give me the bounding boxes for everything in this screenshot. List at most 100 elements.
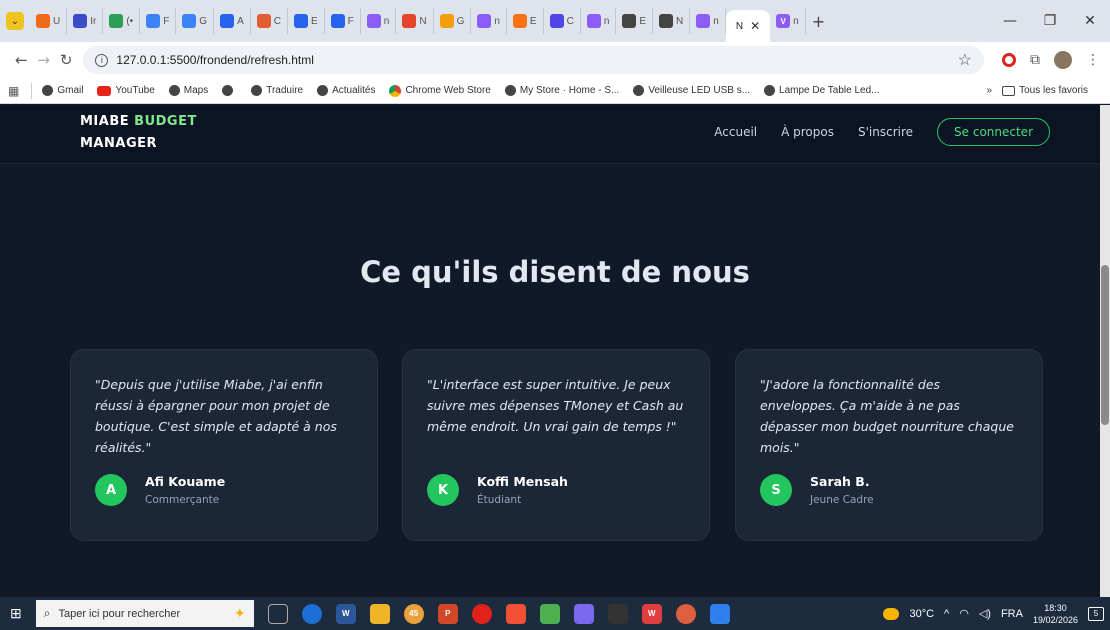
author-avatar: A	[95, 474, 127, 506]
all-bookmarks-folder[interactable]: Tous les favoris	[1002, 85, 1088, 96]
site-info-icon[interactable]: i	[95, 53, 109, 67]
reload-icon[interactable]: ↻	[55, 51, 77, 69]
restore-icon[interactable]: ❐	[1030, 13, 1070, 29]
extensions-puzzle-icon[interactable]: ⧉	[1030, 52, 1040, 68]
volume-icon[interactable]: ◁)	[979, 607, 991, 620]
opera-icon[interactable]	[471, 603, 492, 624]
task-view-icon[interactable]	[267, 603, 288, 624]
tab-search-icon[interactable]: ⌄	[6, 12, 24, 30]
active-tab-label: N	[735, 20, 744, 32]
weather-icon[interactable]	[883, 607, 900, 620]
opera-extension-icon[interactable]	[1001, 53, 1016, 67]
nav-link-accueil[interactable]: Accueil	[714, 125, 757, 139]
word-icon[interactable]: W	[335, 603, 356, 624]
tray-overflow-icon[interactable]: ^	[944, 608, 949, 620]
back-icon[interactable]: ←	[10, 51, 32, 69]
terminal-icon[interactable]	[607, 603, 628, 624]
globe-icon	[504, 85, 516, 96]
windows-start-icon[interactable]: ⊞	[10, 605, 22, 622]
testimonial-quote: "J'adore la fonctionnalité des enveloppe…	[760, 377, 1014, 455]
profile-avatar-icon[interactable]	[1053, 51, 1072, 69]
browser-tab[interactable]: E	[288, 8, 325, 34]
browser-tab[interactable]: G	[176, 8, 215, 34]
globe-icon	[168, 85, 180, 96]
taskbar-search-input[interactable]: ⌕ Taper ici pour rechercher ✦	[35, 600, 254, 627]
site-logo[interactable]: MIABE BUDGET MANAGER	[80, 111, 220, 155]
wps-icon[interactable]: W	[641, 603, 662, 624]
bookmark-label: Maps	[183, 85, 209, 96]
bookmark-item[interactable]: Lampe De Table Led...	[764, 85, 880, 96]
app-icon[interactable]	[573, 603, 594, 624]
close-window-icon[interactable]: ✕	[1070, 13, 1110, 29]
git-icon[interactable]	[505, 603, 526, 624]
bookmark-item[interactable]: Actualités	[317, 85, 375, 96]
browser-tab[interactable]: F	[140, 8, 177, 34]
url-text: 127.0.0.1:5500/frondend/refresh.html	[116, 53, 314, 67]
browser-tab[interactable]: (•	[103, 8, 141, 34]
tab-label: (•	[126, 15, 134, 27]
clock[interactable]: 18:30 19/02/2026	[1033, 602, 1078, 626]
notification-icon[interactable]: 5	[1088, 606, 1104, 621]
testimonial-author: A Afi Kouame Commerçante	[95, 474, 225, 506]
tab-last[interactable]: V n	[770, 8, 806, 34]
pen-icon	[220, 14, 235, 28]
bookmark-item[interactable]: YouTube	[97, 85, 155, 96]
bookmark-item[interactable]: Chrome Web Store	[389, 84, 491, 97]
apps-grid-icon[interactable]: ▦	[8, 84, 19, 98]
browser-tab[interactable]: F	[325, 8, 361, 34]
globe-icon	[251, 85, 263, 96]
bookmark-item[interactable]	[222, 85, 237, 96]
tab-label: n	[494, 15, 500, 27]
browser-tab[interactable]: N	[396, 8, 434, 34]
browser-tab[interactable]: n	[361, 8, 397, 34]
bookmarks-overflow-button[interactable]: »	[987, 85, 993, 96]
browser-tab[interactable]: U	[30, 8, 68, 34]
youtube-icon	[97, 85, 112, 96]
cw-icon	[549, 14, 564, 28]
powerpoint-icon[interactable]: P	[437, 603, 458, 624]
nav-link-a-propos[interactable]: À propos	[781, 125, 834, 139]
language-indicator[interactable]: FRA	[1001, 608, 1023, 620]
login-button[interactable]: Se connecter	[937, 118, 1050, 146]
globe-icon	[659, 14, 674, 28]
forward-icon[interactable]: →	[32, 51, 54, 69]
temperature-label[interactable]: 30°C	[909, 608, 934, 620]
browser-tab[interactable]: n	[690, 8, 726, 34]
bookmark-item[interactable]: Maps	[168, 85, 209, 96]
edge-icon[interactable]	[301, 603, 322, 624]
globe-icon	[222, 85, 234, 96]
browser-tab[interactable]: E	[616, 8, 654, 34]
tab-label: n	[603, 15, 610, 27]
vscode-icon[interactable]	[709, 603, 730, 624]
menu-kebab-icon[interactable]: ⋮	[1086, 52, 1100, 68]
wifi-icon[interactable]: ◠	[959, 607, 969, 620]
file-explorer-icon[interactable]	[369, 603, 390, 624]
mail-icon[interactable]: 45	[403, 603, 424, 624]
chrome-icon[interactable]	[675, 603, 696, 624]
browser-tab[interactable]: Ir	[67, 8, 104, 34]
browser-tab[interactable]: E	[507, 8, 544, 34]
bookmark-item[interactable]: Veilleuse LED USB s...	[633, 85, 750, 96]
browser-tab[interactable]: A	[214, 8, 251, 34]
bookmarks-bar: ▦ Gmail YouTube Maps Traduire Actualités Chro…	[0, 78, 1110, 104]
nav-link-inscrire[interactable]: S'inscrire	[858, 125, 913, 139]
d-icon	[73, 14, 88, 28]
tab-active[interactable]: N ✕	[725, 10, 771, 42]
close-tab-icon[interactable]: ✕	[750, 19, 760, 33]
bookmark-item[interactable]: Traduire	[251, 85, 303, 96]
bookmark-star-icon[interactable]: ☆	[958, 50, 972, 70]
page-scrollbar[interactable]	[1100, 105, 1110, 597]
scroll-thumb[interactable]	[1101, 265, 1109, 425]
browser-tab[interactable]: G	[434, 8, 472, 34]
photos-icon[interactable]	[539, 603, 560, 624]
browser-tab[interactable]: C	[251, 8, 288, 34]
url-input[interactable]: i 127.0.0.1:5500/frondend/refresh.html ☆	[83, 46, 984, 74]
bookmark-item[interactable]: Gmail	[42, 85, 83, 96]
browser-tab[interactable]: n	[581, 8, 617, 34]
browser-tab[interactable]: C	[544, 8, 581, 34]
bookmark-item[interactable]: My Store · Home - S...	[504, 85, 619, 96]
browser-tab[interactable]: n	[471, 8, 507, 34]
browser-tab[interactable]: N	[653, 8, 691, 34]
minimize-icon[interactable]: —	[990, 13, 1030, 29]
new-tab-button[interactable]: +	[812, 12, 825, 31]
